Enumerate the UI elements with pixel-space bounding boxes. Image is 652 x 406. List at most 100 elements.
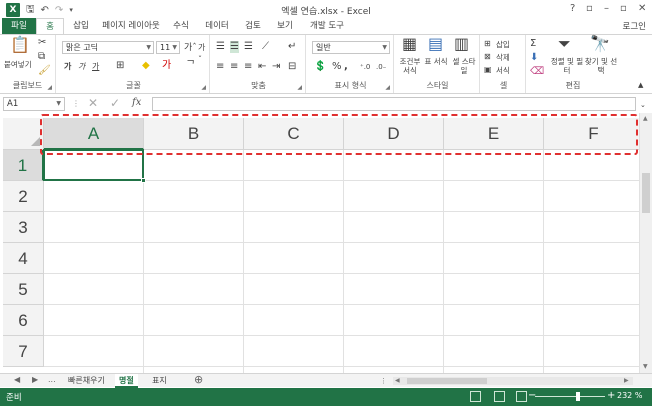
cancel-icon[interactable]: ✕	[88, 97, 98, 109]
select-all-corner[interactable]	[3, 118, 44, 150]
align-middle-icon[interactable]: ☰	[230, 41, 239, 53]
formula-input[interactable]	[152, 97, 636, 111]
fill-handle[interactable]	[141, 178, 146, 183]
font-size-combo[interactable]: 11 ▼	[156, 41, 180, 54]
cell-styles-icon[interactable]: ▥	[454, 36, 469, 52]
sheet-tab[interactable]: 표지	[148, 374, 171, 388]
font-launcher-icon[interactable]: ◢	[201, 84, 206, 91]
borders-icon[interactable]: ⊞	[116, 60, 124, 72]
find-select-icon[interactable]: 🔭	[590, 36, 610, 52]
tab-insert[interactable]: 삽입	[66, 18, 96, 34]
horizontal-scrollbar[interactable]: ◀ ▶	[393, 377, 633, 385]
orientation-icon[interactable]: ⟋	[262, 41, 269, 53]
scroll-up-icon[interactable]: ▲	[643, 113, 648, 125]
zoom-in-icon[interactable]: +	[607, 390, 615, 402]
decrease-decimal-icon[interactable]: .0₋	[376, 61, 386, 73]
align-left-icon[interactable]: ≡	[216, 61, 224, 73]
row-header-4[interactable]: 4	[3, 243, 44, 274]
alignment-launcher-icon[interactable]: ◢	[297, 84, 302, 91]
close-icon[interactable]: ✕	[638, 3, 646, 14]
zoom-slider[interactable]	[535, 396, 605, 397]
format-as-table-label[interactable]: 표 서식	[424, 57, 448, 66]
tab-review[interactable]: 검토	[238, 18, 268, 34]
comma-button[interactable]: ,	[344, 61, 348, 73]
sheet-tab-active[interactable]: 명절	[115, 374, 138, 388]
format-cells-label[interactable]: 서식	[496, 65, 510, 76]
align-center-icon[interactable]: ≡	[230, 61, 238, 73]
tab-developer[interactable]: 개발 도구	[302, 18, 352, 34]
copy-icon[interactable]: ⧉	[38, 51, 45, 63]
wrap-text-icon[interactable]: ↵	[288, 41, 296, 53]
underline-button[interactable]: 가	[92, 61, 99, 73]
row-header-7[interactable]: 7	[3, 336, 44, 367]
conditional-format-icon[interactable]: ▦	[402, 36, 417, 52]
vertical-scroll-thumb[interactable]	[642, 173, 650, 213]
conditional-format-label[interactable]: 조건부 서식	[398, 57, 422, 75]
tab-data[interactable]: 데이터	[198, 18, 236, 34]
more-options-icon[interactable]: ⋮	[72, 98, 80, 110]
font-name-combo[interactable]: 맑은 고딕 ▼	[62, 41, 154, 54]
number-launcher-icon[interactable]: ◢	[385, 84, 390, 91]
paste-icon[interactable]: 📋	[10, 37, 30, 53]
normal-view-icon[interactable]	[470, 391, 481, 402]
format-as-table-icon[interactable]: ▤	[428, 36, 443, 52]
tab-file[interactable]: 파일	[2, 18, 36, 34]
align-bottom-icon[interactable]: ☰	[244, 41, 253, 53]
tab-formulas[interactable]: 수식	[166, 18, 196, 34]
cut-icon[interactable]: ✂	[38, 37, 46, 49]
horizontal-scroll-thumb[interactable]	[407, 378, 487, 384]
italic-button[interactable]: 가	[78, 61, 85, 73]
new-sheet-button[interactable]: ⊕	[194, 373, 203, 386]
grow-font-icon[interactable]: 가ˆ	[184, 42, 197, 54]
scroll-left-icon[interactable]: ◀	[395, 375, 400, 387]
row-header-6[interactable]: 6	[3, 305, 44, 336]
align-top-icon[interactable]: ☰	[216, 41, 225, 53]
page-break-view-icon[interactable]	[516, 391, 527, 402]
ribbon-display-icon[interactable]: ▫	[586, 3, 593, 14]
sheet-tab[interactable]: 빠른채우기	[64, 374, 109, 388]
bold-button[interactable]: 가	[64, 61, 71, 73]
clipboard-launcher-icon[interactable]: ◢	[47, 84, 52, 91]
row-header-1[interactable]: 1	[3, 150, 44, 181]
collapse-ribbon-icon[interactable]: ▲	[638, 79, 643, 91]
fill-color-icon[interactable]: ◆	[142, 60, 150, 72]
accounting-format-icon[interactable]: 💲	[314, 61, 326, 73]
vertical-scrollbar[interactable]: ▲ ▼	[639, 113, 652, 373]
insert-cells-icon[interactable]: ⊞	[484, 38, 491, 50]
insert-cells-label[interactable]: 삽입	[496, 39, 510, 50]
cell-styles-label[interactable]: 셀 스타일	[450, 57, 478, 75]
row-header-2[interactable]: 2	[3, 181, 44, 212]
percent-button[interactable]: %	[332, 61, 342, 73]
tab-page-layout[interactable]: 페이지 레이아웃	[98, 18, 164, 34]
minimize-icon[interactable]: –	[604, 3, 609, 14]
delete-cells-label[interactable]: 삭제	[496, 52, 510, 63]
phonetic-icon[interactable]: ᄀ	[186, 60, 195, 72]
format-painter-icon[interactable]: 🖌	[38, 65, 51, 77]
name-box[interactable]: A1 ▼	[3, 97, 65, 111]
more-sheets-icon[interactable]: ...	[48, 375, 56, 384]
zoom-slider-thumb[interactable]	[576, 392, 581, 401]
restore-icon[interactable]: ▫	[620, 3, 627, 14]
font-color-icon[interactable]: 가	[162, 60, 171, 72]
sort-filter-label[interactable]: 정렬 및 필터	[550, 57, 584, 75]
page-layout-view-icon[interactable]	[494, 391, 505, 402]
increase-indent-icon[interactable]: ⇥	[272, 61, 280, 73]
login-link[interactable]: 로그인	[623, 20, 646, 32]
help-icon[interactable]: ?	[570, 3, 575, 14]
tab-view[interactable]: 보기	[270, 18, 300, 34]
align-right-icon[interactable]: ≡	[244, 61, 252, 73]
number-format-combo[interactable]: 일반 ▼	[312, 41, 390, 54]
prev-sheet-icon[interactable]: ◀	[14, 375, 20, 384]
format-cells-icon[interactable]: ▣	[484, 64, 492, 76]
split-handle-icon[interactable]: ⋮	[380, 377, 387, 385]
fill-icon[interactable]: ⬇	[530, 52, 538, 64]
autosum-icon[interactable]: Σ	[530, 38, 536, 50]
paste-label[interactable]: 붙여넣기	[4, 59, 32, 70]
shrink-font-icon[interactable]: 가ˇ	[198, 42, 209, 66]
clear-icon[interactable]: ⌫	[530, 66, 544, 78]
delete-cells-icon[interactable]: ⊠	[484, 51, 491, 63]
insert-function-button[interactable]: fx	[132, 97, 141, 109]
row-header-5[interactable]: 5	[3, 274, 44, 305]
decrease-indent-icon[interactable]: ⇤	[258, 61, 266, 73]
increase-decimal-icon[interactable]: ⁺.0	[360, 61, 370, 73]
